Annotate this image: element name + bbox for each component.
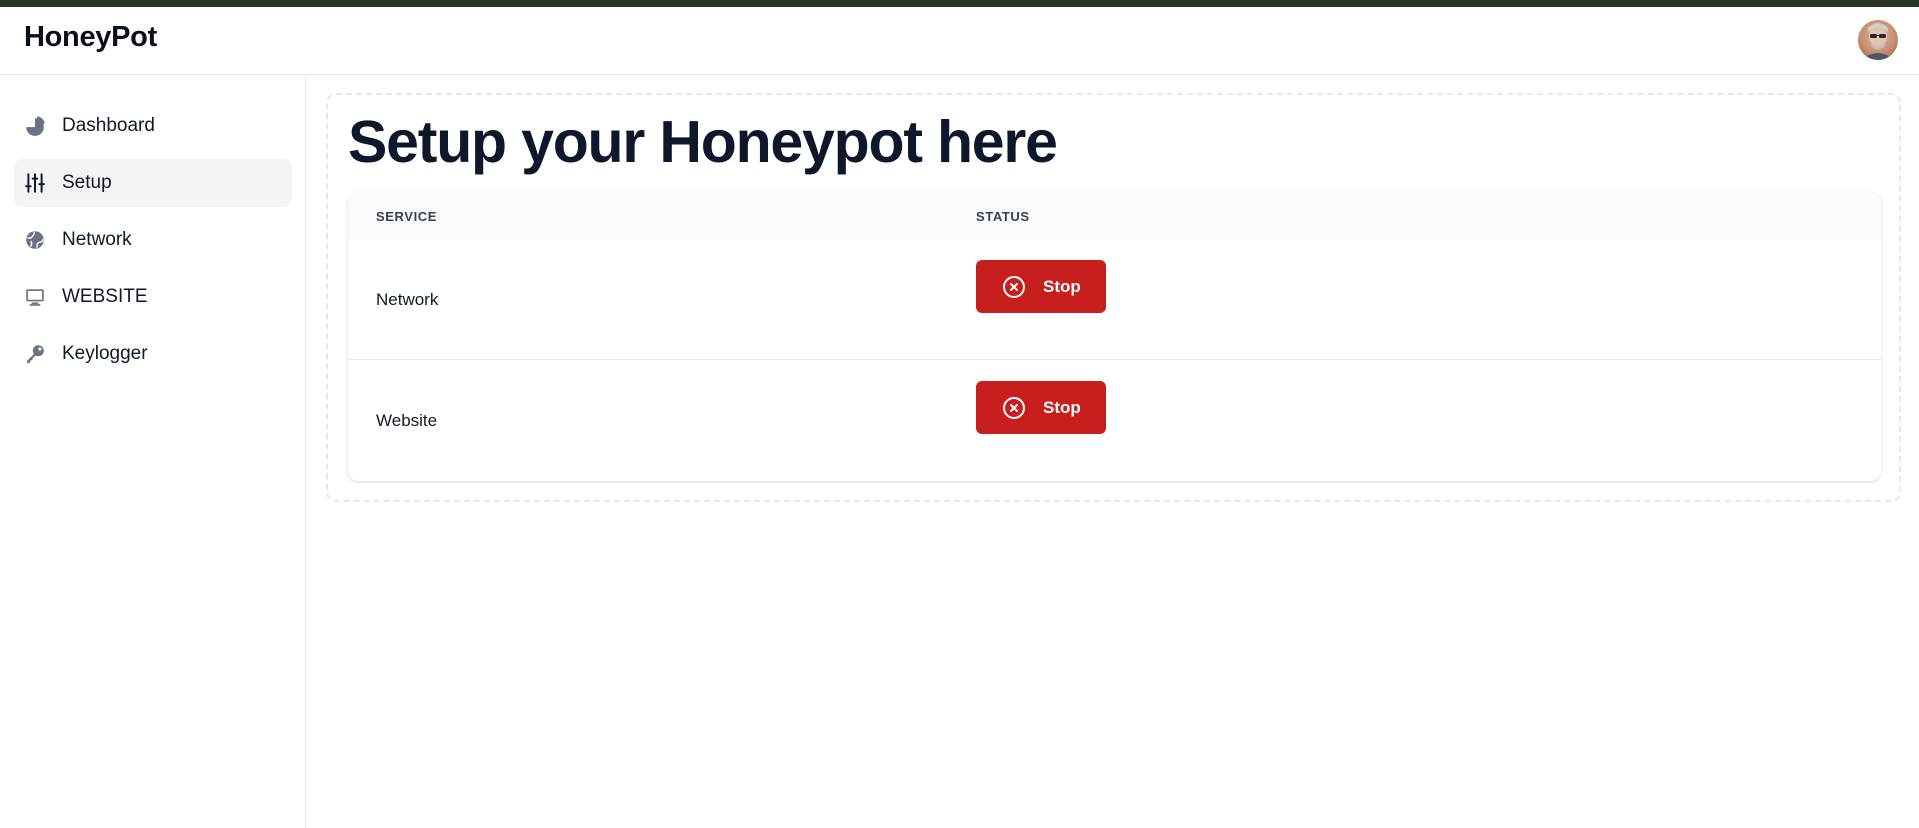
pie-chart-icon [24, 115, 46, 137]
x-circle-icon [1002, 396, 1026, 420]
sidebar-item-label: WEBSITE [62, 286, 148, 307]
stop-network-button[interactable]: Stop [976, 260, 1106, 313]
sidebar-item-website[interactable]: WEBSITE [14, 273, 292, 321]
sidebar-item-label: Dashboard [62, 115, 155, 136]
sidebar-item-network[interactable]: Network [14, 216, 292, 264]
service-name: Website [376, 411, 438, 430]
services-table: SERVICE STATUS Network Stop Website Stop [348, 192, 1881, 481]
sidebar-item-label: Network [62, 229, 132, 250]
adjustments-icon [24, 172, 46, 194]
sidebar-item-label: Setup [62, 172, 112, 193]
sidebar-item-setup[interactable]: Setup [14, 159, 292, 207]
stop-website-button[interactable]: Stop [976, 381, 1106, 434]
x-circle-icon [1002, 275, 1026, 299]
column-header-status: STATUS [976, 209, 1030, 224]
app-title: HoneyPot [24, 21, 157, 53]
sidebar: Dashboard Setup Network WEBSITE Keylogge… [0, 76, 306, 828]
table-row: Website Stop [348, 361, 1881, 481]
monitor-icon [24, 286, 46, 308]
sidebar-item-dashboard[interactable]: Dashboard [14, 102, 292, 150]
service-name: Network [376, 290, 439, 309]
user-avatar[interactable] [1858, 20, 1898, 60]
stop-button-label: Stop [1043, 276, 1081, 296]
table-row: Network Stop [348, 240, 1881, 360]
key-icon [24, 343, 46, 365]
sidebar-nav: Dashboard Setup Network WEBSITE Keylogge… [14, 102, 292, 387]
stop-button-label: Stop [1043, 397, 1081, 417]
sidebar-item-label: Keylogger [62, 343, 148, 364]
avatar-image [1862, 23, 1894, 60]
sidebar-item-keylogger[interactable]: Keylogger [14, 330, 292, 378]
globe-icon [24, 229, 46, 251]
column-header-service: SERVICE [376, 209, 438, 224]
page-title: Setup your Honeypot here [348, 109, 1058, 175]
table-header: SERVICE STATUS [348, 192, 1881, 240]
top-strip [0, 0, 1919, 7]
app-header: HoneyPot [0, 7, 1919, 75]
